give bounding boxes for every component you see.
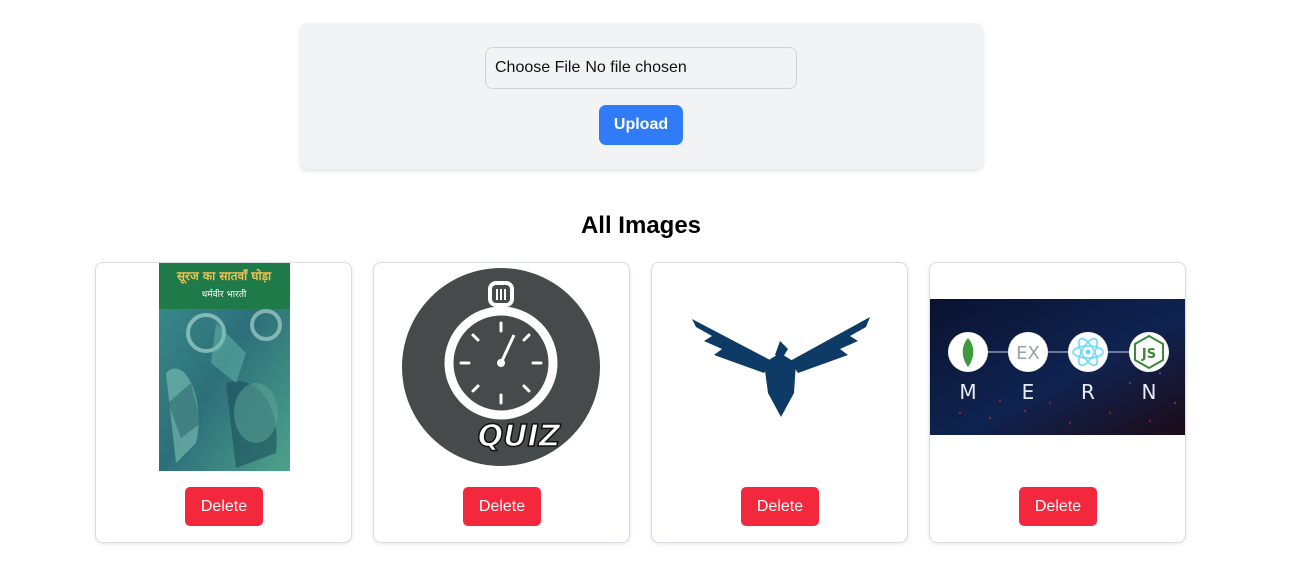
book-title-text: सूरज का सातवाँ घोड़ा (176, 269, 272, 284)
delete-button[interactable]: Delete (741, 487, 819, 526)
book-cover-image: सूरज का सातवाँ घोड़ा धर्मवीर भारती (159, 263, 290, 471)
image-card: Delete (651, 262, 908, 543)
image-card: सूरज का सातवाँ घोड़ा धर्मवीर भारती Delet… (95, 262, 352, 543)
nodejs-icon-text: JS (1141, 347, 1156, 362)
express-icon-text: EX (1016, 343, 1040, 364)
mern-letter-e: E (1022, 380, 1035, 404)
choose-file-label: Choose File (495, 59, 581, 76)
book-author-text: धर्मवीर भारती (202, 288, 247, 300)
mern-banner-image: EX JS M E R N (930, 299, 1185, 435)
delete-button[interactable]: Delete (185, 487, 263, 526)
quiz-stopwatch-image: QUIZ (402, 268, 600, 466)
eagle-logo-image (692, 317, 870, 417)
file-input[interactable]: Choose File No file chosen (485, 47, 797, 89)
image-card: EX JS M E R N Delete (929, 262, 1186, 543)
image-card: QUIZ Delete (373, 262, 630, 543)
file-status: No file chosen (585, 59, 687, 76)
section-title: All Images (580, 212, 702, 239)
mern-letter-n: N (1142, 380, 1157, 404)
upload-button[interactable]: Upload (599, 105, 683, 145)
delete-button[interactable]: Delete (1019, 487, 1097, 526)
upload-panel: Choose File No file chosen Upload (300, 23, 983, 169)
delete-button[interactable]: Delete (463, 487, 541, 526)
mern-letter-r: R (1081, 380, 1095, 404)
mern-letter-m: M (959, 380, 976, 404)
quiz-logo-text: QUIZ (478, 419, 562, 454)
